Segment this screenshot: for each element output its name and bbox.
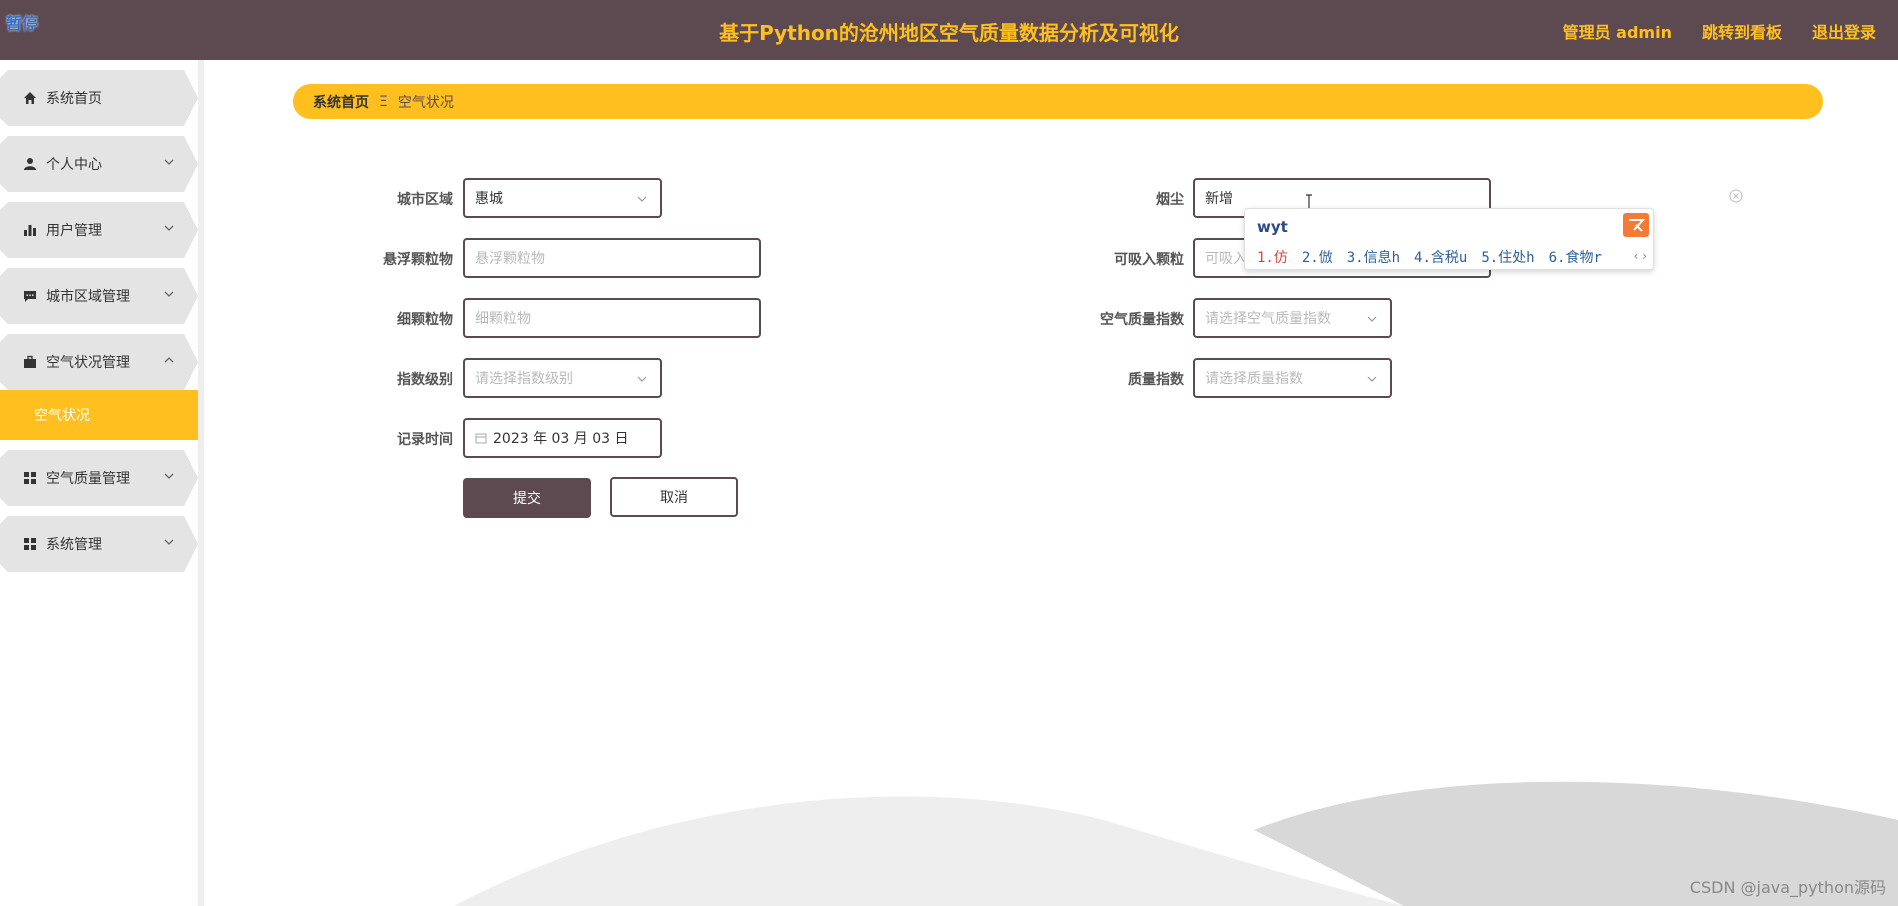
sidebar-item-label: 空气质量管理 xyxy=(46,471,130,487)
pm25-label: 细颗粒物 xyxy=(397,312,453,328)
dust-label: 烟尘 xyxy=(1156,192,1184,208)
sidebar-item-label: 城市区域管理 xyxy=(46,289,130,305)
index-level-select[interactable]: 请选择指数级别 xyxy=(463,358,662,398)
chevron-down-icon xyxy=(162,469,176,483)
ime-candidate[interactable]: 1.仿 xyxy=(1257,247,1288,267)
chevron-down-icon xyxy=(162,287,176,301)
city-area-value: 惠城 xyxy=(475,191,503,207)
chat-icon xyxy=(22,288,38,304)
ime-candidate[interactable]: 2.倣 xyxy=(1302,247,1333,267)
pm10-placeholder: 可吸入 xyxy=(1205,251,1247,267)
ime-page-arrows[interactable]: ‹ › xyxy=(1634,249,1647,263)
record-time-label: 记录时间 xyxy=(397,432,453,448)
sidebar-item-home[interactable]: 系统首页 xyxy=(0,70,198,126)
user-icon xyxy=(22,156,38,172)
ime-candidate[interactable]: 4.含税u xyxy=(1414,247,1467,267)
quality-index-select[interactable]: 请选择质量指数 xyxy=(1193,358,1392,398)
record-time-value: 2023 年 03 月 03 日 xyxy=(493,431,629,447)
tsp-label: 悬浮颗粒物 xyxy=(383,252,453,268)
aqi-placeholder: 请选择空气质量指数 xyxy=(1205,311,1331,327)
chevron-up-icon xyxy=(162,353,176,367)
sidebar-item-air-status[interactable]: 空气状况管理 xyxy=(0,334,198,390)
chevron-down-icon xyxy=(162,155,176,169)
sidebar-item-profile[interactable]: 个人中心 xyxy=(0,136,198,192)
top-bar: 暂停 基于Python的沧州地区空气质量数据分析及可视化 管理员 admin 跳… xyxy=(0,0,1898,60)
bar-chart-icon xyxy=(22,222,38,238)
city-area-select[interactable]: 惠城 xyxy=(463,178,662,218)
index-level-placeholder: 请选择指数级别 xyxy=(475,371,573,387)
index-level-label: 指数级别 xyxy=(397,372,453,388)
ime-candidate[interactable]: 6.食物r xyxy=(1549,247,1602,267)
ime-candidate[interactable]: 3.信息h xyxy=(1347,247,1400,267)
calendar-icon xyxy=(475,433,487,444)
top-links: 管理员 admin 跳转到看板 退出登录 xyxy=(1563,19,1876,43)
chevron-down-icon xyxy=(637,196,647,202)
pm25-input[interactable]: 细颗粒物 xyxy=(463,298,761,338)
sidebar-subitem-air-status[interactable]: 空气状况 xyxy=(0,390,198,440)
sidebar-item-label: 系统管理 xyxy=(46,537,102,553)
dashboard-link[interactable]: 跳转到看板 xyxy=(1702,19,1782,43)
sidebar-item-label: 空气状况管理 xyxy=(46,355,130,371)
logout-link[interactable]: 退出登录 xyxy=(1812,19,1876,43)
sidebar-item-label: 个人中心 xyxy=(46,157,102,173)
sidebar: 系统首页 个人中心 用户管理 城市区域管理 空气状况管理 空气状况 空气质量管理… xyxy=(0,60,204,906)
home-icon xyxy=(22,90,38,106)
ime-candidate[interactable]: 5.住处h xyxy=(1481,247,1534,267)
admin-link[interactable]: 管理员 admin xyxy=(1563,19,1672,43)
watermark: CSDN @java_python源码 xyxy=(1689,878,1886,897)
sidebar-item-city-area[interactable]: 城市区域管理 xyxy=(0,268,198,324)
briefcase-icon xyxy=(22,354,38,370)
chevron-down-icon xyxy=(162,221,176,235)
breadcrumb: 系统首页 Ξ 空气状况 xyxy=(293,84,1823,119)
sidebar-item-label: 系统首页 xyxy=(46,91,102,107)
pm10-label: 可吸入颗粒 xyxy=(1114,252,1184,268)
submit-button[interactable]: 提交 xyxy=(463,478,591,518)
sidebar-item-air-quality[interactable]: 空气质量管理 xyxy=(0,450,198,506)
sidebar-item-label: 用户管理 xyxy=(46,223,102,239)
breadcrumb-current: 空气状况 xyxy=(397,94,454,111)
grid-icon xyxy=(22,470,38,486)
tsp-input[interactable]: 悬浮颗粒物 xyxy=(463,238,761,278)
ime-typed-text: wyt xyxy=(1257,218,1288,236)
city-area-label: 城市区域 xyxy=(397,192,453,208)
grid-icon xyxy=(22,536,38,552)
aqi-label: 空气质量指数 xyxy=(1100,312,1184,328)
aqi-select[interactable]: 请选择空气质量指数 xyxy=(1193,298,1392,338)
chevron-down-icon xyxy=(1367,316,1377,322)
ime-logo-icon xyxy=(1623,213,1649,237)
breadcrumb-separator: Ξ xyxy=(379,93,388,110)
record-time-picker[interactable]: 2023 年 03 月 03 日 xyxy=(463,418,662,458)
cancel-button[interactable]: 取消 xyxy=(610,477,738,517)
pm25-placeholder: 细颗粒物 xyxy=(475,311,531,327)
breadcrumb-home[interactable]: 系统首页 xyxy=(313,92,369,112)
chevron-down-icon xyxy=(1367,376,1377,382)
sidebar-item-system[interactable]: 系统管理 xyxy=(0,516,198,572)
sidebar-item-users[interactable]: 用户管理 xyxy=(0,202,198,258)
chevron-down-icon xyxy=(162,535,176,549)
dust-value: 新增 xyxy=(1205,191,1233,207)
tsp-placeholder: 悬浮颗粒物 xyxy=(475,251,545,267)
quality-index-label: 质量指数 xyxy=(1128,372,1184,388)
background-wave xyxy=(454,781,1898,906)
chevron-down-icon xyxy=(637,376,647,382)
quality-index-placeholder: 请选择质量指数 xyxy=(1205,371,1303,387)
ime-candidates: 1.仿 2.倣 3.信息h 4.含税u 5.住处h 6.食物r xyxy=(1257,247,1602,267)
ime-candidate-popup: wyt 1.仿 2.倣 3.信息h 4.含税u 5.住处h 6.食物r ‹ › xyxy=(1244,208,1654,270)
clear-icon[interactable] xyxy=(1729,189,1743,203)
